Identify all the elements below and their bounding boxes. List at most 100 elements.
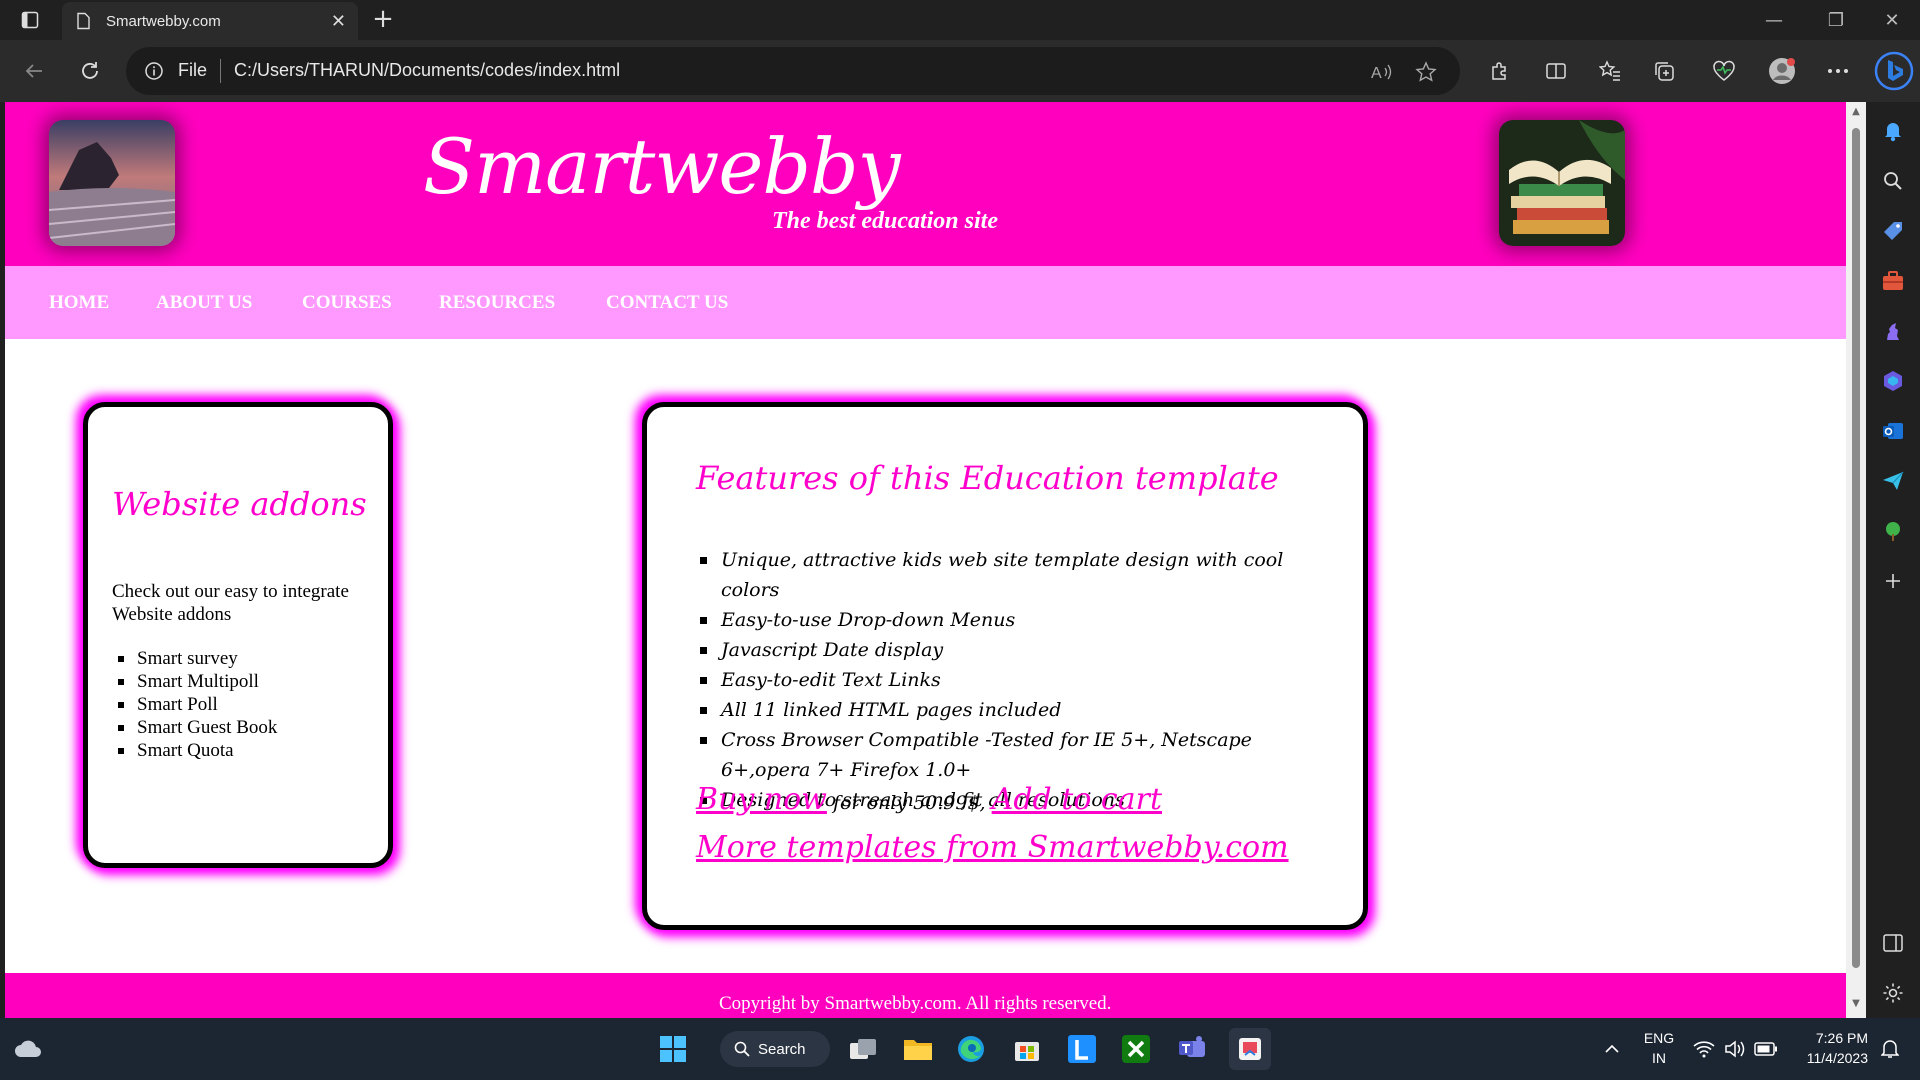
clock-time[interactable]: 7:26 PM bbox=[1788, 1030, 1868, 1046]
restore-icon[interactable]: ❐ bbox=[1808, 0, 1864, 40]
windows-start-icon[interactable] bbox=[655, 1031, 691, 1067]
refresh-icon[interactable] bbox=[72, 53, 108, 89]
features-title: Features of this Education template bbox=[696, 459, 1279, 497]
list-item: Cross Browser Compatible -Tested for IE … bbox=[696, 725, 1336, 785]
tree-icon[interactable] bbox=[1878, 516, 1908, 546]
outlook-icon[interactable] bbox=[1878, 416, 1908, 446]
close-window-icon[interactable]: ✕ bbox=[1864, 0, 1920, 40]
info-icon[interactable] bbox=[144, 61, 164, 86]
list-item: Easy-to-edit Text Links bbox=[696, 665, 1336, 695]
profile-avatar[interactable] bbox=[1764, 53, 1800, 89]
bing-copilot-icon[interactable] bbox=[1874, 51, 1914, 91]
shopping-tag-icon[interactable] bbox=[1878, 216, 1908, 246]
tab-title: Smartwebby.com bbox=[106, 12, 221, 30]
notification-bell-icon[interactable] bbox=[1872, 1031, 1908, 1067]
nav-resources[interactable]: RESOURCES bbox=[439, 292, 555, 314]
books-image bbox=[1499, 120, 1625, 246]
list-item: Smart Quota bbox=[112, 739, 277, 762]
site-title: Smartwebby bbox=[423, 122, 901, 211]
xbox-icon[interactable] bbox=[1118, 1031, 1154, 1067]
address-url[interactable]: C:/Users/THARUN/Documents/codes/index.ht… bbox=[234, 60, 620, 81]
tab-actions-icon[interactable] bbox=[10, 6, 50, 34]
address-bar[interactable]: File C:/Users/THARUN/Documents/codes/ind… bbox=[126, 47, 1460, 95]
tools-briefcase-icon[interactable] bbox=[1878, 266, 1908, 296]
addons-title: Website addons bbox=[112, 485, 367, 523]
taskbar-search-button[interactable]: Search bbox=[720, 1031, 830, 1067]
active-tab[interactable]: Smartwebby.com ✕ bbox=[62, 2, 358, 40]
file-explorer-icon[interactable] bbox=[900, 1031, 936, 1067]
scroll-down-icon[interactable]: ▼ bbox=[1848, 998, 1864, 1012]
teams-icon[interactable] bbox=[1174, 1031, 1210, 1067]
list-item: Javascript Date display bbox=[696, 635, 1336, 665]
split-screen-icon[interactable] bbox=[1538, 53, 1574, 89]
lens-app-icon[interactable] bbox=[1064, 1031, 1100, 1067]
collections-icon[interactable] bbox=[1646, 53, 1682, 89]
show-hidden-icons-chevron[interactable] bbox=[1594, 1031, 1630, 1067]
svg-text:A: A bbox=[1371, 65, 1382, 82]
read-aloud-icon[interactable]: A bbox=[1369, 59, 1395, 85]
address-separator bbox=[220, 59, 221, 83]
list-item: Smart Poll bbox=[112, 693, 277, 716]
scroll-thumb[interactable] bbox=[1852, 128, 1860, 968]
more-options-icon[interactable] bbox=[1820, 53, 1856, 89]
microsoft-store-icon[interactable] bbox=[1009, 1031, 1045, 1067]
language-code[interactable]: ENG bbox=[1638, 1030, 1680, 1046]
taskbar-search-label: Search bbox=[758, 1040, 806, 1058]
hide-sidebar-icon[interactable] bbox=[1878, 928, 1908, 958]
page-scrollbar[interactable]: ▲ ▼ bbox=[1846, 102, 1866, 1018]
address-scheme: File bbox=[178, 60, 208, 80]
buy-now-link[interactable]: Buy now bbox=[696, 782, 827, 817]
notification-bell-icon[interactable] bbox=[1878, 116, 1908, 146]
site-header: Smartwebby The best education site bbox=[5, 102, 1846, 266]
site-footer: Copyright by Smartwebby.com. All rights … bbox=[5, 973, 1846, 1018]
list-item: Easy-to-use Drop-down Menus bbox=[696, 605, 1336, 635]
games-chess-icon[interactable] bbox=[1878, 316, 1908, 346]
site-nav: HOME ABOUT US COURSES RESOURCES CONTACT … bbox=[5, 266, 1846, 339]
site-tagline: The best education site bbox=[772, 208, 998, 234]
minimize-icon[interactable]: — bbox=[1746, 0, 1802, 40]
favorite-star-icon[interactable] bbox=[1413, 59, 1439, 85]
page-viewport: Smartwebby The best education site HOME … bbox=[5, 102, 1846, 1018]
list-item: Smart Guest Book bbox=[112, 716, 277, 739]
nav-courses[interactable]: COURSES bbox=[302, 292, 392, 314]
addons-card: Website addons Check out our easy to int… bbox=[83, 402, 393, 868]
battery-icon[interactable] bbox=[1748, 1031, 1784, 1067]
tab-bar: Smartwebby.com ✕ + — ❐ ✕ bbox=[0, 0, 1920, 40]
microsoft-365-icon[interactable] bbox=[1878, 366, 1908, 396]
weather-cloud-icon[interactable] bbox=[10, 1031, 46, 1067]
features-list: Unique, attractive kids web site templat… bbox=[696, 545, 1336, 815]
edge-sidebar bbox=[1866, 102, 1920, 1018]
browser-toolbar: File C:/Users/THARUN/Documents/codes/ind… bbox=[0, 40, 1920, 102]
addons-description: Check out our easy to integrate Website … bbox=[112, 581, 349, 625]
page-icon bbox=[77, 12, 90, 30]
snipping-tool-icon[interactable] bbox=[1229, 1028, 1271, 1070]
language-region[interactable]: IN bbox=[1638, 1050, 1680, 1066]
search-icon bbox=[734, 1041, 750, 1057]
nav-contact-us[interactable]: CONTACT US bbox=[606, 292, 728, 314]
add-to-cart-link[interactable]: Add to cart bbox=[992, 782, 1162, 817]
list-item: Smart survey bbox=[112, 647, 277, 670]
browser-essentials-icon[interactable] bbox=[1706, 53, 1742, 89]
scroll-up-icon[interactable]: ▲ bbox=[1848, 106, 1864, 120]
settings-gear-icon[interactable] bbox=[1878, 978, 1908, 1008]
list-item: Unique, attractive kids web site templat… bbox=[696, 545, 1336, 605]
close-tab-icon[interactable]: ✕ bbox=[331, 11, 346, 32]
favorites-icon[interactable] bbox=[1592, 53, 1628, 89]
back-icon[interactable] bbox=[16, 53, 52, 89]
new-tab-button[interactable]: + bbox=[368, 4, 398, 34]
features-card: Features of this Education template Uniq… bbox=[642, 402, 1368, 930]
nav-about-us[interactable]: ABOUT US bbox=[156, 292, 252, 314]
list-item: Smart Multipoll bbox=[112, 670, 277, 693]
extensions-icon[interactable] bbox=[1482, 53, 1518, 89]
price-text: for only 50.99$, bbox=[826, 792, 992, 814]
copyright-text: Copyright by Smartwebby.com. All rights … bbox=[719, 993, 1112, 1014]
search-icon[interactable] bbox=[1878, 166, 1908, 196]
send-paper-plane-icon[interactable] bbox=[1878, 466, 1908, 496]
edge-browser-icon[interactable] bbox=[953, 1031, 989, 1067]
nav-home[interactable]: HOME bbox=[49, 292, 109, 314]
task-view-icon[interactable] bbox=[845, 1031, 881, 1067]
add-sidebar-app-icon[interactable] bbox=[1878, 566, 1908, 596]
more-templates-link[interactable]: More templates from Smartwebby.com bbox=[696, 830, 1289, 865]
addons-list: Smart survey Smart Multipoll Smart Poll … bbox=[112, 647, 277, 762]
clock-date[interactable]: 11/4/2023 bbox=[1788, 1050, 1868, 1066]
